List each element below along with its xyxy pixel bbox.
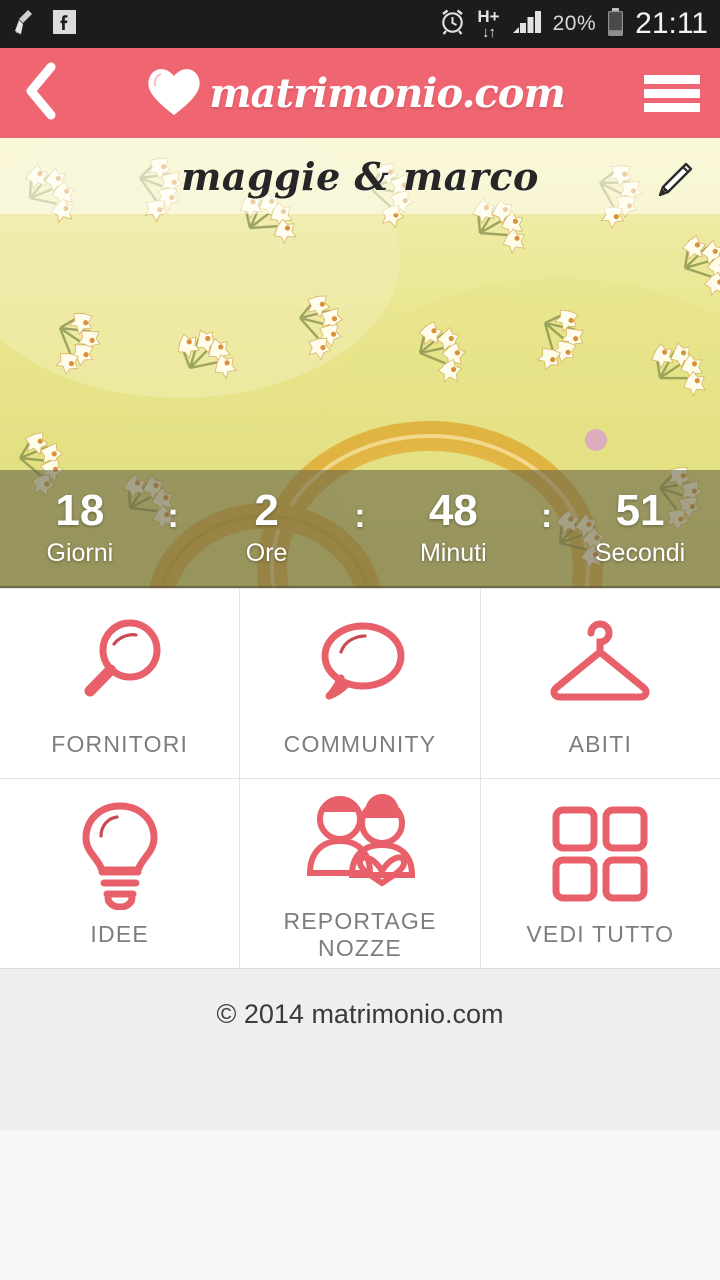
hsdpa-data-icon: H+ ↓↑	[477, 8, 499, 40]
chevron-left-icon	[23, 61, 61, 126]
app-header: matrimonio.com	[0, 48, 720, 138]
hsdpa-label: H+	[477, 8, 499, 25]
magnifier-icon	[68, 609, 172, 719]
pencil-icon	[650, 191, 698, 208]
page-footer: © 2014 matrimonio.com	[0, 968, 720, 1130]
facebook-icon	[52, 9, 77, 40]
countdown-separator-2: :	[354, 499, 365, 533]
tile-label-abiti: ABITI	[569, 731, 633, 758]
heart-icon	[143, 62, 205, 125]
countdown-unit-days: 18 Giorni	[16, 488, 144, 567]
battery-icon	[606, 7, 625, 42]
countdown-label-hours: Ore	[203, 539, 331, 568]
status-bar: H+ ↓↑ 20% 21:11	[0, 0, 720, 48]
shortcut-grid: FORNITORI COMMUNITY ABITI	[0, 588, 720, 968]
speech-bubble-icon	[305, 609, 415, 719]
back-button[interactable]	[0, 61, 84, 126]
copyright-text: © 2014 matrimonio.com	[216, 999, 503, 1130]
countdown-label-days: Giorni	[16, 539, 144, 568]
status-bar-clock: 21:11	[635, 7, 708, 41]
alarm-clock-icon	[438, 7, 467, 41]
edit-names-button[interactable]	[650, 156, 698, 204]
countdown-separator-1: :	[168, 499, 179, 533]
countdown-separator-3: :	[541, 499, 552, 533]
couple-names-band: maggie & marco	[0, 138, 720, 214]
hamburger-menu-button[interactable]	[624, 70, 720, 117]
countdown-unit-minutes: 48 Minuti	[389, 488, 517, 567]
tile-label-vedi-tutto: VEDI TUTTO	[526, 921, 674, 948]
hamburger-menu-icon	[644, 70, 700, 117]
tile-reportage-nozze[interactable]: REPORTAGE NOZZE	[240, 779, 479, 968]
countdown-label-minutes: Minuti	[389, 539, 517, 568]
tile-vedi-tutto[interactable]: VEDI TUTTO	[481, 779, 720, 968]
signal-bars-icon	[510, 8, 543, 41]
brand-logo-text: matrimonio.com	[209, 70, 565, 117]
hero-banner: maggie & marco 18 Giorni : 2 Ore	[0, 138, 720, 588]
tile-label-idee: IDEE	[90, 921, 148, 948]
countdown-unit-seconds: 51 Secondi	[576, 488, 704, 567]
countdown-unit-hours: 2 Ore	[203, 488, 331, 567]
tile-abiti[interactable]: ABITI	[481, 589, 720, 778]
brand-logo[interactable]: matrimonio.com	[84, 62, 624, 125]
countdown-value-minutes: 48	[389, 488, 517, 534]
wedding-countdown: 18 Giorni : 2 Ore : 48 Minuti : 51 Secon…	[0, 470, 720, 588]
status-bar-left	[12, 8, 77, 41]
status-bar-right: H+ ↓↑ 20% 21:11	[438, 7, 708, 42]
countdown-value-seconds: 51	[576, 488, 704, 534]
tile-label-fornitori: FORNITORI	[51, 731, 188, 758]
couple-icon	[298, 786, 422, 896]
grid-squares-icon	[551, 799, 649, 909]
countdown-value-days: 18	[16, 488, 144, 534]
clothes-hanger-icon	[540, 609, 660, 719]
page-background-filler	[0, 1130, 720, 1278]
tile-community[interactable]: COMMUNITY	[240, 589, 479, 778]
tile-idee[interactable]: IDEE	[0, 779, 239, 968]
app-root: H+ ↓↑ 20% 21:11	[0, 0, 720, 1280]
countdown-value-hours: 2	[203, 488, 331, 534]
data-arrows-icon: ↓↑	[482, 25, 495, 40]
couple-names: maggie & marco	[0, 154, 720, 199]
lightbulb-icon	[74, 799, 166, 909]
battery-percent-label: 20%	[553, 12, 597, 36]
countdown-label-seconds: Secondi	[576, 539, 704, 568]
tile-label-community: COMMUNITY	[284, 731, 437, 758]
tile-label-reportage-nozze: REPORTAGE NOZZE	[240, 908, 479, 962]
broom-icon	[12, 8, 38, 41]
tile-fornitori[interactable]: FORNITORI	[0, 589, 239, 778]
